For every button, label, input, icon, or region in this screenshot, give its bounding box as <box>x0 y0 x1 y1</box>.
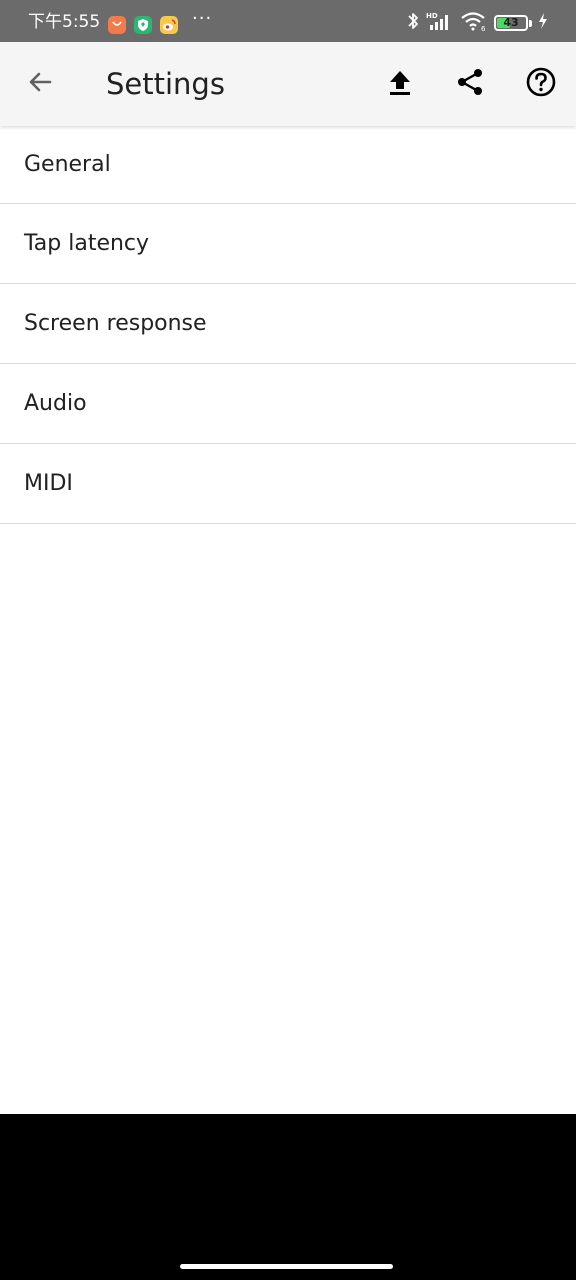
settings-item-label: MIDI <box>24 471 73 496</box>
battery-level: 43 <box>503 16 519 29</box>
share-button[interactable] <box>450 64 490 104</box>
settings-item-audio[interactable]: Audio <box>0 364 576 444</box>
orange-app-icon <box>108 16 126 34</box>
bluetooth-icon <box>406 11 420 35</box>
settings-item-screen-response[interactable]: Screen response <box>0 284 576 364</box>
settings-item-label: General <box>24 152 111 177</box>
help-button[interactable] <box>521 64 561 104</box>
upload-icon <box>387 68 413 100</box>
settings-item-label: Audio <box>24 391 87 416</box>
battery-tip <box>529 19 532 27</box>
settings-item-midi[interactable]: MIDI <box>0 444 576 524</box>
settings-list: General Tap latency Screen response Audi… <box>0 126 576 524</box>
settings-item-label: Screen response <box>24 311 207 336</box>
status-icons: HD 6 43 <box>406 12 548 34</box>
more-notifications-indicator: ··· <box>192 8 213 29</box>
settings-item-general[interactable]: General <box>0 126 576 204</box>
settings-item-label: Tap latency <box>24 231 150 256</box>
svg-text:6: 6 <box>481 25 486 31</box>
shield-app-icon <box>134 16 152 34</box>
help-icon <box>525 66 557 102</box>
hd-signal-icon: HD <box>426 11 454 35</box>
app-bar: Settings <box>0 42 576 126</box>
status-bar: 下午5:55 ··· HD 6 43 <box>0 0 576 42</box>
upload-button[interactable] <box>380 64 420 104</box>
wifi-icon: 6 <box>460 11 488 35</box>
back-button[interactable] <box>20 64 60 104</box>
settings-item-tap-latency[interactable]: Tap latency <box>0 204 576 284</box>
charging-bolt-icon <box>538 12 548 34</box>
battery-icon: 43 <box>494 15 528 31</box>
system-navigation-bar <box>0 1114 576 1280</box>
weibo-app-icon <box>160 16 178 34</box>
share-icon <box>455 67 485 101</box>
home-gesture-bar[interactable] <box>180 1264 393 1269</box>
page-title: Settings <box>106 67 225 101</box>
back-arrow-icon <box>26 68 54 100</box>
status-time: 下午5:55 <box>28 12 101 32</box>
svg-text:HD: HD <box>426 12 438 20</box>
settings-screen: 下午5:55 ··· HD 6 43 Settings General Tap … <box>0 0 576 1280</box>
